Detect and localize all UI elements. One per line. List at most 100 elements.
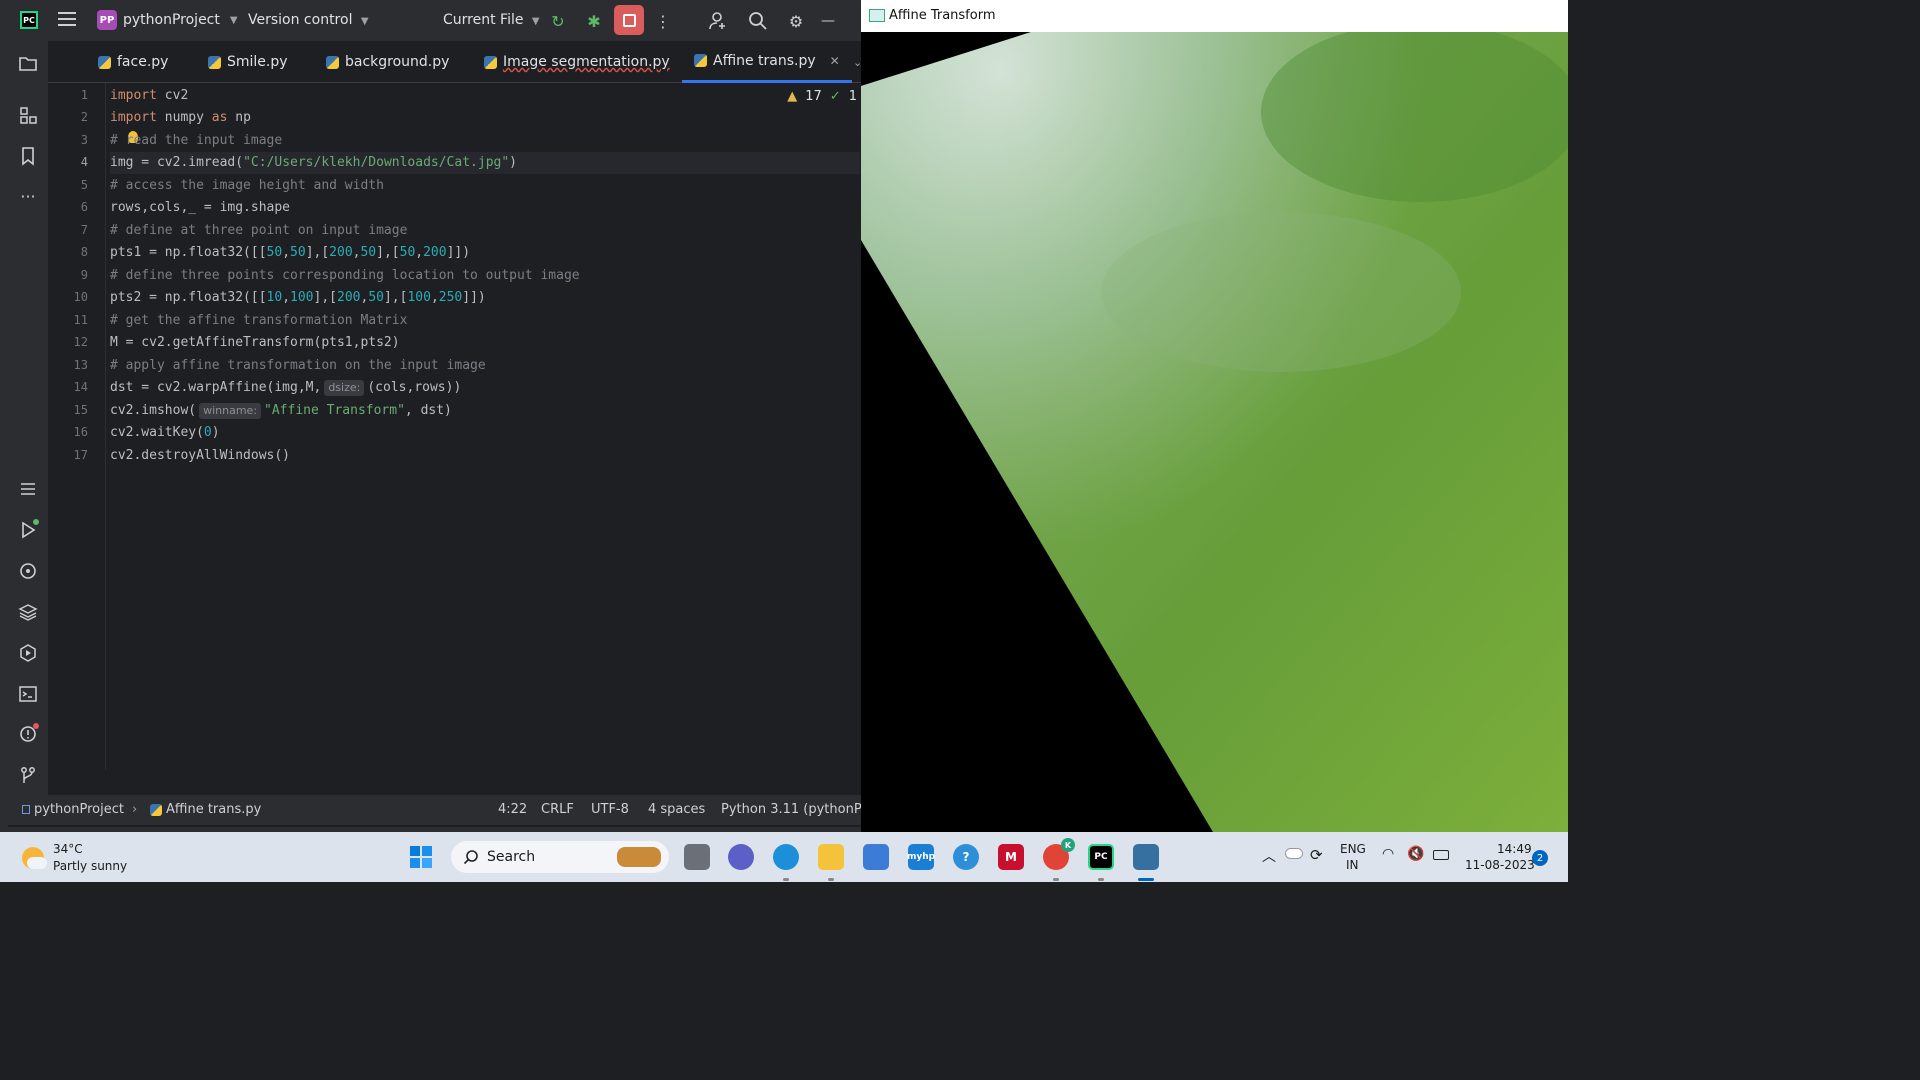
code-token: img = cv2.imread( (110, 155, 244, 170)
layers-icon[interactable] (16, 600, 40, 624)
tab-face[interactable]: face.py (98, 41, 168, 83)
parameter-hint: winname: (199, 403, 262, 419)
cv-title-bar[interactable]: Affine Transform (861, 0, 1568, 32)
task-view-icon[interactable] (684, 844, 710, 870)
title-bar: PC PP pythonProject ▼ Version control ▼ … (8, 0, 861, 41)
code-line: import numpy as np (110, 107, 860, 129)
code-token: 0 (203, 425, 212, 440)
run-config-selector[interactable]: Current File ▼ (443, 12, 540, 28)
tab-background[interactable]: background.py (326, 41, 449, 83)
taskbar-search[interactable]: Search (451, 841, 669, 873)
code-token: np (227, 110, 251, 125)
language-bottom[interactable]: IN (1346, 858, 1359, 872)
project-selector[interactable]: PP pythonProject ▼ (97, 10, 238, 30)
file-encoding[interactable]: UTF-8 (591, 802, 629, 817)
code-editor[interactable]: 1 2 3 4 5 6 7 8 9 10 11 12 13 14 15 16 1… (48, 83, 861, 770)
onedrive-icon[interactable] (1285, 848, 1303, 859)
teams-chat-icon[interactable] (728, 844, 754, 870)
code-token: , dst) (404, 403, 452, 418)
line-number: 15 (73, 403, 88, 417)
notification-badge[interactable]: 2 (1532, 850, 1548, 866)
line-number: 3 (80, 133, 88, 147)
active-app-indicator (1138, 878, 1154, 881)
chevron-down-icon: ▼ (229, 14, 238, 26)
project-folder-icon[interactable] (16, 51, 40, 75)
line-number: 7 (80, 223, 88, 237)
minimize-icon[interactable]: — (816, 9, 840, 33)
breadcrumb-file[interactable]: Affine trans.py (150, 802, 261, 817)
structure-icon[interactable] (16, 103, 40, 127)
tab-image-segmentation[interactable]: Image segmentation.py (484, 41, 670, 83)
more-actions-icon[interactable]: ⋮ (651, 9, 675, 33)
sync-icon[interactable]: ⟳ (1310, 846, 1323, 864)
debug-icon[interactable]: ✱ (582, 9, 606, 33)
tabs-overflow-chevron-icon[interactable]: ⌄ (853, 41, 861, 83)
chevron-down-icon: ▼ (531, 16, 540, 27)
search-icon[interactable] (746, 9, 770, 33)
problems-icon[interactable] (16, 722, 40, 746)
git-icon[interactable] (16, 763, 40, 787)
warning-icon: ▲ (787, 89, 798, 104)
transformed-image-canvas (861, 22, 1568, 832)
breadcrumb-file-label: Affine trans.py (166, 802, 262, 817)
code-token: ],[ (376, 245, 400, 260)
code-token: "Affine Transform" (264, 403, 405, 418)
show-hidden-icons-chevron-icon[interactable]: ︿ (1262, 846, 1276, 866)
code-token: ) (211, 425, 220, 440)
myhp-icon[interactable]: myhp (907, 844, 935, 870)
stop-button[interactable] (614, 5, 644, 35)
code-token: , (282, 290, 291, 305)
microsoft-store-icon[interactable] (863, 844, 889, 870)
file-explorer-icon[interactable] (818, 844, 844, 870)
rerun-icon[interactable]: ↻ (546, 9, 570, 33)
breadcrumb-project[interactable]: pythonProject (34, 802, 124, 817)
more-tools-icon[interactable]: ··· (16, 184, 40, 208)
version-control-menu[interactable]: Version control ▼ (248, 12, 369, 28)
search-icon (463, 850, 478, 865)
run-icon[interactable] (16, 518, 40, 542)
close-tab-icon[interactable]: ✕ (830, 54, 840, 68)
line-separator[interactable]: CRLF (541, 802, 574, 817)
clock-time[interactable]: 14:49 (1497, 842, 1532, 856)
weather-temperature: 34°C (53, 842, 83, 856)
tab-smile[interactable]: Smile.py (208, 41, 288, 83)
mcafee-icon[interactable]: M (998, 844, 1024, 870)
wifi-icon[interactable]: ◠ (1382, 846, 1394, 862)
language-top[interactable]: ENG (1340, 842, 1366, 856)
bookmarks-icon[interactable] (16, 144, 40, 168)
python-app-icon[interactable] (1133, 844, 1159, 870)
python-interpreter[interactable]: Python 3.11 (pythonPr (721, 802, 861, 817)
services-icon[interactable] (16, 641, 40, 665)
search-label: Search (487, 849, 536, 865)
terminal-icon[interactable] (16, 682, 40, 706)
caret-position[interactable]: 4:22 (498, 802, 527, 817)
code-line: # apply affine transformation on the inp… (110, 358, 486, 373)
edge-browser-icon[interactable] (773, 844, 799, 870)
main-menu-icon[interactable] (58, 12, 76, 28)
code-with-me-icon[interactable] (706, 9, 730, 33)
code-token: 50 (290, 245, 306, 260)
code-token: import (110, 88, 157, 103)
clock-date[interactable]: 11-08-2023 (1465, 858, 1535, 872)
code-line: pts2 = np.float32([[10,100],[200,50],[10… (110, 287, 860, 309)
python-file-icon (694, 54, 707, 67)
indent-setting[interactable]: 4 spaces (648, 802, 705, 817)
check-icon: ✓ (829, 89, 841, 104)
code-area[interactable]: import cv2 import numpy as np # read the… (110, 83, 860, 770)
settings-icon[interactable]: ⚙ (784, 9, 808, 33)
speaker-muted-icon[interactable]: 🔇 (1407, 846, 1424, 862)
code-line: pts1 = np.float32([[50,50],[200,50],[50,… (110, 242, 860, 264)
pycharm-logo-icon: PC (20, 11, 38, 29)
todo-list-icon[interactable] (16, 477, 40, 501)
tab-affine-trans[interactable]: Affine trans.py ✕ (682, 41, 852, 83)
chrome-icon[interactable]: K (1043, 838, 1075, 870)
line-number: 6 (80, 200, 88, 214)
help-icon[interactable]: ? (953, 844, 979, 870)
code-token: 200 (423, 245, 447, 260)
line-number: 2 (80, 110, 88, 124)
pycharm-taskbar-icon[interactable]: PC (1088, 844, 1114, 870)
python-packages-icon[interactable] (16, 559, 40, 583)
battery-icon[interactable] (1433, 850, 1449, 860)
start-button[interactable] (408, 844, 434, 870)
inspection-widget[interactable]: ▲ 17 ✓ 1 (787, 89, 857, 104)
